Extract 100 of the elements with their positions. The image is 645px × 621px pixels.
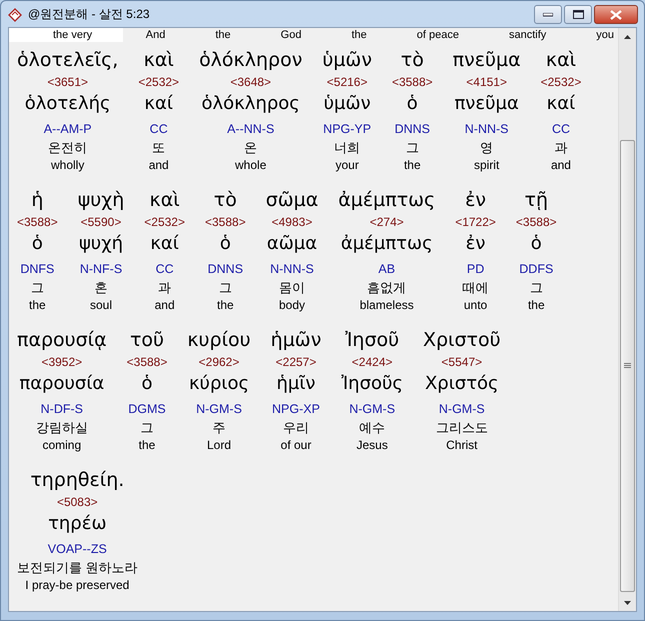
- lemma-word: Ἰησοῦς: [341, 372, 403, 396]
- english-gloss: and: [154, 297, 175, 314]
- greek-word: κυρίου: [187, 328, 251, 353]
- gloss-text: you: [595, 28, 615, 42]
- strong-number: <1722>: [455, 214, 496, 231]
- english-gloss: the: [138, 437, 156, 454]
- greek-word: καὶ: [546, 48, 576, 73]
- down-arrow-icon: [624, 600, 631, 604]
- korean-gloss: 예수: [359, 419, 386, 437]
- lemma-word: ὁ: [141, 372, 152, 396]
- morphology-code: CC: [156, 261, 174, 278]
- lemma-word: ὁ: [406, 92, 418, 116]
- strong-number: <3588>: [126, 354, 168, 371]
- greek-word: ἡμῶν: [270, 328, 322, 353]
- korean-gloss: 때에: [462, 279, 489, 297]
- greek-word: ὑμῶν: [322, 48, 372, 73]
- lemma-word: ὑμῶν: [324, 92, 371, 116]
- korean-gloss: 또: [152, 139, 166, 157]
- greek-word: τῇ: [524, 188, 548, 213]
- morphology-code: DGMS: [128, 401, 166, 418]
- strong-number: <3588>: [516, 214, 557, 231]
- greek-word: ὁλόκληρον: [199, 48, 302, 73]
- scroll-thumb[interactable]: [620, 140, 635, 592]
- english-gloss: spirit: [474, 157, 500, 174]
- english-gloss: the: [217, 297, 234, 314]
- morphology-code: N-DF-S: [40, 401, 83, 418]
- lemma-word: ὁλοτελής: [24, 92, 111, 116]
- korean-gloss: 과: [158, 279, 172, 297]
- morphology-code: CC: [150, 121, 168, 138]
- english-gloss: unto: [464, 297, 488, 314]
- greek-word: τοῦ: [130, 328, 164, 353]
- greek-word: ἡ: [31, 188, 44, 213]
- morphology-code: NPG-YP: [323, 121, 372, 138]
- english-gloss: blameless: [360, 297, 414, 314]
- strong-number: <2257>: [276, 354, 316, 371]
- lemma-word: καί: [150, 232, 179, 256]
- english-gloss: coming: [42, 437, 82, 454]
- strong-number: <3588>: [392, 74, 433, 91]
- strong-number: <3648>: [230, 74, 272, 91]
- lemma-word: ὁ: [530, 232, 542, 256]
- strong-number: <4983>: [272, 214, 312, 231]
- lemma-word: αῶμα: [266, 232, 318, 256]
- up-arrow-icon: [624, 34, 631, 38]
- strong-number: <5547>: [441, 354, 482, 371]
- strong-number: <5216>: [326, 74, 368, 91]
- english-gloss: and: [550, 157, 571, 174]
- english-gloss: body: [278, 297, 305, 314]
- korean-gloss: 너희: [334, 139, 360, 157]
- morphology-code: N-NN-S: [270, 261, 314, 278]
- lemma-word: Χριστός: [424, 372, 499, 396]
- strong-number: <2532>: [144, 214, 185, 231]
- lemma-word: καί: [546, 92, 576, 116]
- lemma-word: πνεῦμα: [454, 92, 519, 116]
- greek-word: τὸ: [400, 48, 424, 73]
- morphology-code: NPG-XP: [272, 401, 320, 418]
- close-icon: [610, 10, 622, 20]
- strong-number: <2424>: [352, 354, 393, 371]
- strong-number: <3651>: [47, 74, 88, 91]
- gloss-text: the: [214, 28, 232, 42]
- english-gloss: the: [29, 297, 46, 314]
- greek-word: τὸ: [214, 188, 237, 213]
- lemma-word: παρουσία: [19, 372, 104, 396]
- minimize-button[interactable]: [534, 5, 562, 24]
- strong-number: <274>: [370, 214, 404, 231]
- korean-gloss: 강림하실: [36, 419, 88, 437]
- lemma-word: ὁλόκληρος: [202, 92, 300, 116]
- lemma-word: ἐν: [466, 232, 486, 256]
- morphology-code: DNNS: [208, 261, 244, 278]
- english-gloss: and: [148, 157, 169, 174]
- close-button[interactable]: [594, 5, 638, 24]
- korean-gloss: 그: [530, 279, 543, 297]
- morphology-code: DDFS: [519, 261, 554, 278]
- morphology-code: CC: [552, 121, 570, 138]
- greek-word: παρουσίᾳ: [17, 328, 107, 353]
- lemma-word: ὁ: [32, 232, 43, 256]
- gloss-text: And: [144, 28, 166, 42]
- strong-number: <3588>: [204, 214, 246, 231]
- lemma-word: καί: [144, 92, 173, 116]
- korean-gloss: 주: [212, 419, 226, 437]
- strong-number: <4151>: [466, 74, 507, 91]
- greek-word: ἀμέμπτως: [338, 188, 436, 213]
- greek-word: ὁλοτελεῖς,: [17, 48, 118, 73]
- maximize-button[interactable]: [564, 5, 592, 24]
- morphology-code: N-NF-S: [80, 261, 122, 278]
- english-gloss: soul: [90, 297, 112, 314]
- gloss-text: of peace: [416, 28, 460, 42]
- morphology-code: N-GM-S: [196, 401, 242, 418]
- korean-gloss: 과: [554, 139, 568, 157]
- strong-number: <3952>: [41, 354, 82, 371]
- lemma-word: ἀμέμπτως: [340, 232, 433, 256]
- morphology-code: PD: [466, 261, 484, 278]
- gloss-text: the: [350, 28, 368, 42]
- maximize-icon: [572, 10, 584, 19]
- scrollbar[interactable]: [618, 28, 636, 611]
- greek-word: καὶ: [144, 48, 174, 73]
- strong-number: <5083>: [56, 494, 98, 511]
- english-gloss: the: [404, 157, 421, 174]
- english-gloss: Lord: [207, 437, 232, 454]
- korean-gloss: 그: [30, 279, 44, 297]
- korean-gloss: 영: [480, 139, 494, 157]
